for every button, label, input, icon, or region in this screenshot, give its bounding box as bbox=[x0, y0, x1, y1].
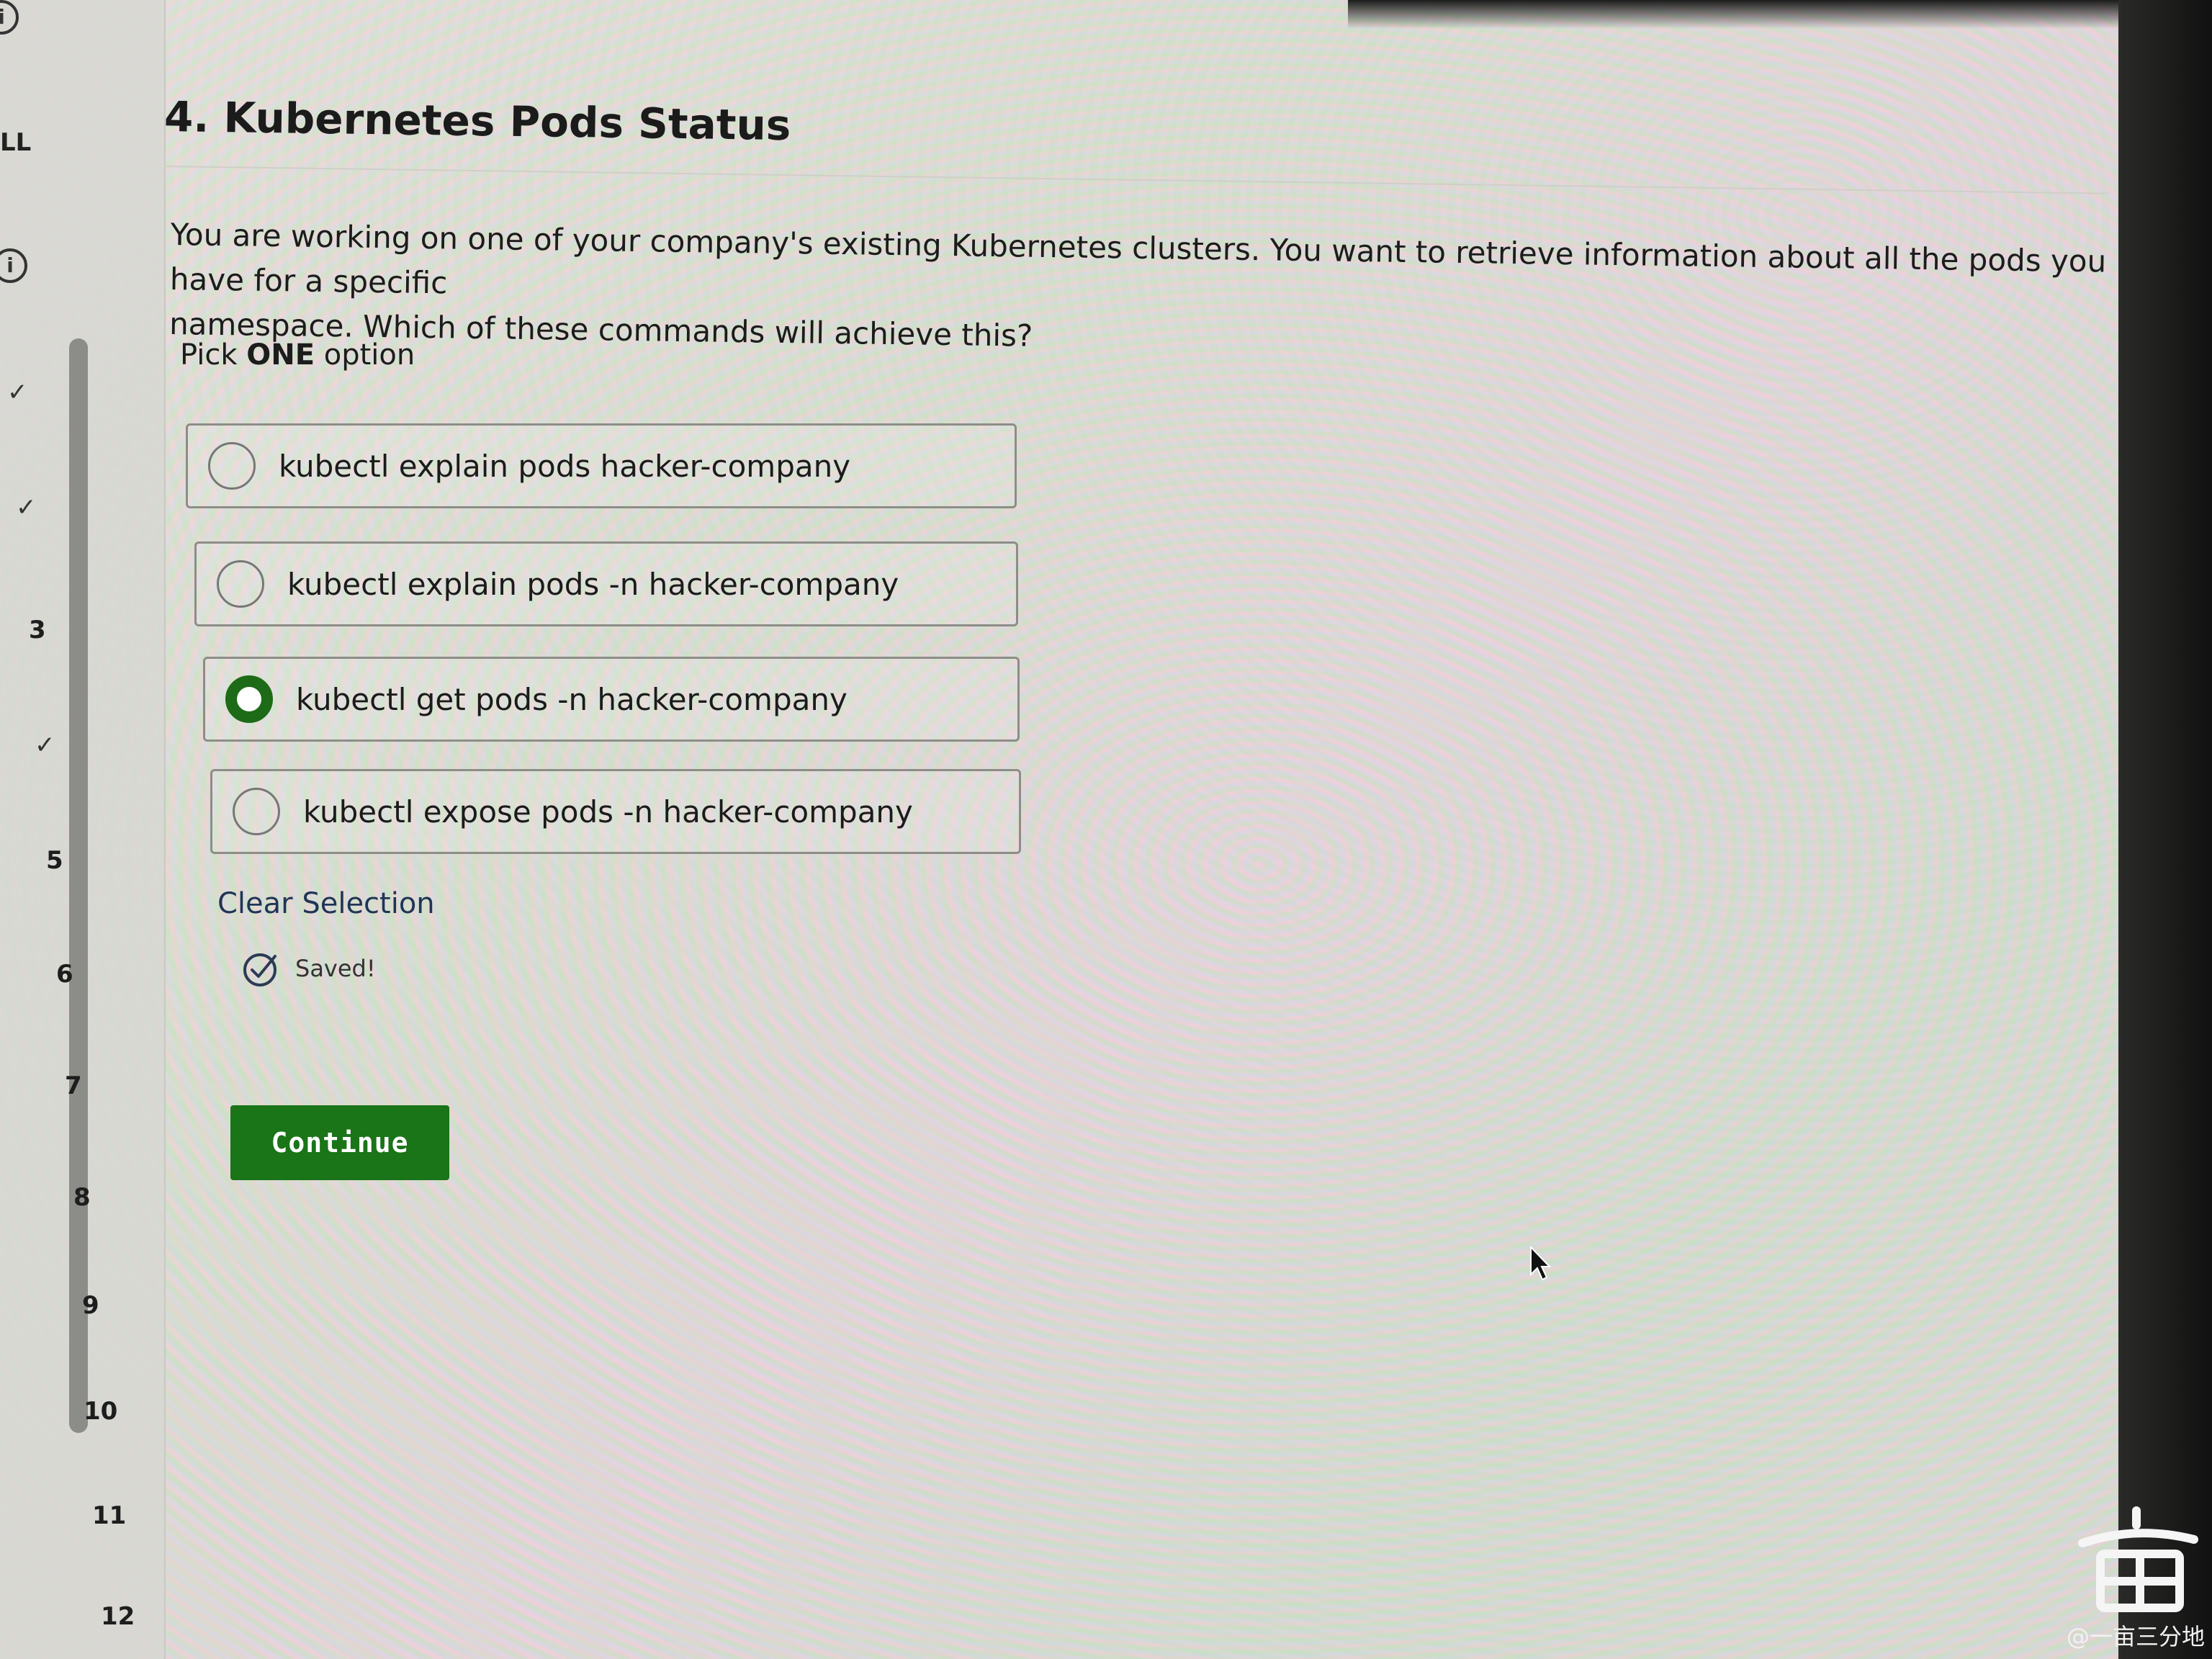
option-3[interactable]: kubectl get pods -n hacker-company bbox=[203, 657, 1020, 742]
question-nav-item-3[interactable]: 3 bbox=[29, 583, 158, 677]
watermark-logo bbox=[2078, 1506, 2198, 1612]
option-4[interactable]: kubectl expose pods -n hacker-company bbox=[210, 769, 1021, 854]
saved-label: Saved! bbox=[295, 955, 376, 982]
question-nav-item-1[interactable]: ✓ bbox=[7, 346, 137, 439]
radio-button[interactable] bbox=[208, 442, 256, 490]
monitor-bezel-top bbox=[1348, 0, 2212, 29]
option-2[interactable]: kubectl explain pods -n hacker-company bbox=[194, 541, 1018, 626]
radio-button[interactable] bbox=[233, 788, 280, 835]
sidebar-top-label: LL bbox=[0, 128, 32, 157]
check-circle-icon bbox=[243, 953, 276, 986]
question-text: You are working on one of your company's… bbox=[169, 212, 2115, 374]
option-label: kubectl get pods -n hacker-company bbox=[296, 681, 848, 717]
question-nav-item-2[interactable]: ✓ bbox=[16, 461, 145, 554]
info-icon[interactable]: i bbox=[0, 248, 27, 283]
check-icon: ✓ bbox=[35, 731, 55, 760]
info-icon-top[interactable]: i bbox=[0, 0, 19, 35]
question-title: 4. Kubernetes Pods Status bbox=[163, 92, 791, 150]
question-nav-item-5[interactable]: 5 bbox=[46, 814, 176, 907]
monitor-bezel bbox=[2118, 0, 2212, 1659]
continue-button[interactable]: Continue bbox=[230, 1105, 449, 1180]
pick-instruction: Pick ONE option bbox=[180, 338, 415, 372]
saved-status: Saved! bbox=[242, 949, 376, 988]
check-icon: ✓ bbox=[16, 493, 37, 522]
option-label: kubectl expose pods -n hacker-company bbox=[303, 793, 913, 830]
question-sidebar: i LL i ✓ ✓ 3 ✓ 5 6 7 8 9 10 11 12 bbox=[0, 0, 166, 1659]
mouse-cursor-icon bbox=[1530, 1246, 1551, 1281]
radio-button-selected[interactable] bbox=[225, 675, 273, 723]
screen: i LL i ✓ ✓ 3 ✓ 5 6 7 8 9 10 11 12 4. Kub… bbox=[0, 0, 2212, 1659]
question-nav-item-4[interactable]: ✓ bbox=[35, 698, 164, 792]
watermark-text: @一亩三分地 bbox=[2066, 1623, 2205, 1650]
title-divider bbox=[163, 166, 2108, 194]
check-icon: ✓ bbox=[7, 378, 28, 407]
question-panel: 4. Kubernetes Pods Status You are workin… bbox=[164, 0, 2108, 1659]
option-1[interactable]: kubectl explain pods hacker-company bbox=[186, 423, 1017, 508]
radio-button[interactable] bbox=[217, 560, 264, 608]
clear-selection-link[interactable]: Clear Selection bbox=[217, 887, 435, 920]
watermark: @一亩三分地 bbox=[2067, 1503, 2205, 1652]
option-label: kubectl explain pods -n hacker-company bbox=[287, 566, 899, 602]
option-label: kubectl explain pods hacker-company bbox=[279, 448, 851, 484]
